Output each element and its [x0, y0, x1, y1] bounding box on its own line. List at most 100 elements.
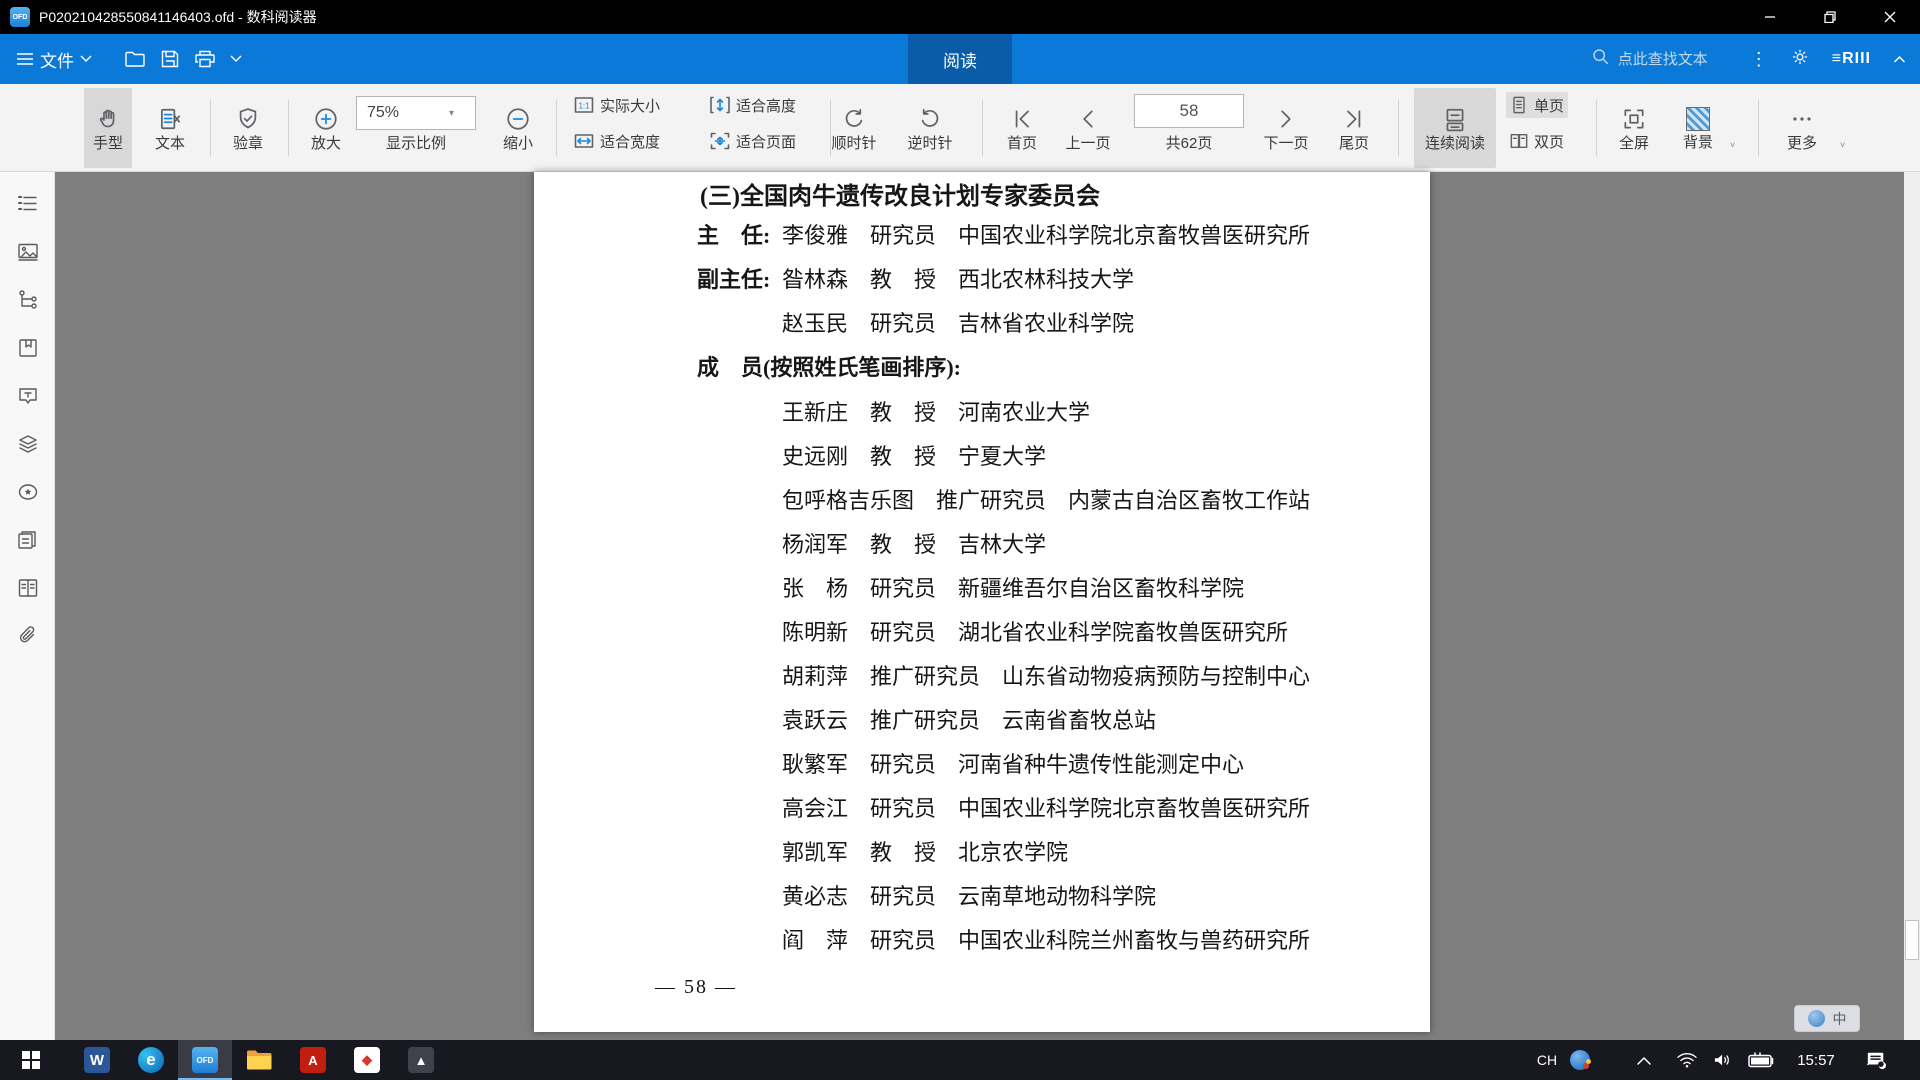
restore-button[interactable] [1800, 0, 1860, 34]
fit-height-button[interactable]: 适合高度 [706, 92, 800, 118]
fit-width-button[interactable]: 适合宽度 [570, 128, 664, 154]
bookmark-icon[interactable] [14, 334, 42, 362]
tray-chevron-up-icon[interactable] [1630, 1040, 1658, 1080]
first-page-icon [1009, 106, 1035, 132]
toolbar: 手型 文本 验章 放大 ▾ 显示比例 缩小 1:1 实际大小 [0, 84, 1920, 172]
last-page-icon [1341, 106, 1367, 132]
ime-floating-bar[interactable]: 中 [1794, 1005, 1860, 1032]
double-page-icon [1510, 132, 1528, 150]
start-button[interactable] [0, 1040, 62, 1080]
scrollbar-thumb[interactable] [1905, 920, 1919, 960]
annotation-icon[interactable] [14, 382, 42, 410]
prev-page-button[interactable]: 上一页 [1058, 88, 1118, 168]
member-row: 耿繁军研究员河南省种牛遗传性能测定中心 [534, 747, 1430, 777]
member-row: 史远刚教 授宁夏大学 [534, 439, 1430, 469]
hand-tool-button[interactable]: 手型 [84, 88, 132, 168]
minimize-button[interactable] [1740, 0, 1800, 34]
taskbar-app-button[interactable]: ▲ [394, 1040, 448, 1080]
member-row: 黄必志研究员云南草地动物科学院 [534, 879, 1430, 909]
member-row: 胡莉萍推广研究员山东省动物疫病预防与控制中心 [534, 659, 1430, 689]
page-number-box[interactable] [1134, 94, 1244, 128]
attachment-icon[interactable] [14, 622, 42, 650]
taskbar-explorer-button[interactable] [232, 1040, 286, 1080]
zoom-out-button[interactable]: 缩小 [494, 88, 542, 168]
structure-tree-icon[interactable] [14, 286, 42, 314]
next-page-button[interactable]: 下一页 [1256, 88, 1316, 168]
plus-circle-icon [313, 106, 339, 132]
taskbar-pdf-button[interactable]: A [286, 1040, 340, 1080]
toolbar-collapse-icon[interactable] [230, 55, 242, 63]
background-button[interactable]: 背景 [1672, 88, 1724, 168]
close-button[interactable] [1860, 0, 1920, 34]
search-box[interactable] [1591, 47, 1728, 71]
doc-heading: (三)全国肉牛遗传改良计划专家委员会 [700, 176, 1100, 211]
taskbar-ofd-button[interactable]: OFD [178, 1040, 232, 1080]
kebab-menu-icon[interactable]: ⋮ [1750, 50, 1768, 68]
member-row: 阎 萍研究员中国农业科院兰州畜牧与兽药研究所 [534, 923, 1430, 953]
open-file-button[interactable] [124, 49, 146, 69]
vertical-scrollbar[interactable] [1904, 172, 1920, 1040]
continuous-read-button[interactable]: 连续阅读 [1414, 88, 1496, 168]
continuous-pages-icon [1442, 106, 1468, 132]
actual-size-button[interactable]: 1:1 实际大小 [570, 92, 664, 118]
more-button[interactable]: 更多 [1772, 88, 1832, 168]
taskbar-app-button[interactable]: ◆ [340, 1040, 394, 1080]
search-icon [1591, 47, 1610, 71]
ime-mode-icon[interactable]: 中 [1833, 1009, 1847, 1029]
layers-icon[interactable] [14, 430, 42, 458]
taskbar-edge-button[interactable]: e [124, 1040, 178, 1080]
volume-icon[interactable] [1708, 1040, 1738, 1080]
notification-center-icon[interactable] [1858, 1040, 1894, 1080]
language-indicator[interactable]: CH [1532, 1040, 1562, 1080]
collapse-ribbon-icon[interactable] [1893, 50, 1906, 68]
seal-signature-icon[interactable] [14, 478, 42, 506]
background-dropdown-icon[interactable]: ˅ [1730, 140, 1735, 150]
single-page-button[interactable]: 单页 [1506, 92, 1568, 118]
ofd-app-icon: OFD [10, 7, 30, 27]
settings-gear-icon[interactable] [1790, 47, 1810, 72]
minus-circle-icon [505, 106, 531, 132]
text-select-button[interactable]: 文本 [146, 88, 194, 168]
file-menu[interactable]: 文件 [16, 47, 92, 72]
search-input[interactable] [1618, 51, 1728, 68]
left-panel-rail [0, 172, 55, 1040]
first-page-button[interactable]: 首页 [998, 88, 1046, 168]
fit-page-button[interactable]: 适合页面 [706, 128, 800, 154]
clock[interactable]: 15:57 [1784, 1040, 1848, 1080]
red-app-icon: ◆ [354, 1047, 380, 1073]
windows-logo-icon [22, 1051, 40, 1069]
snapshots-icon[interactable] [14, 526, 42, 554]
doc-leader-row: 主 任: 李俊雅研究员中国农业科学院北京畜牧兽医研究所 [534, 218, 1430, 248]
members-section-label: 成 员(按照姓氏笔画排序): [697, 350, 961, 382]
ratio-dropdown-icon[interactable]: ▾ [449, 108, 454, 119]
thumbnails-icon[interactable] [14, 238, 42, 266]
outline-toc-icon[interactable] [14, 190, 42, 218]
brand-logo: ≡RIII [1832, 50, 1871, 68]
battery-icon[interactable] [1744, 1040, 1780, 1080]
chevron-left-icon [1075, 106, 1101, 132]
rotate-cw-button[interactable]: 顺时针 [824, 88, 884, 168]
rotate-ccw-button[interactable]: 逆时针 [900, 88, 960, 168]
ime-globe-icon[interactable] [1808, 1010, 1825, 1027]
tab-read[interactable]: 阅读 [908, 34, 1012, 84]
more-dropdown-icon[interactable]: ˅ [1840, 140, 1845, 150]
taskbar-word-button[interactable]: W [70, 1040, 124, 1080]
zoom-ratio-box[interactable]: ▾ [356, 96, 476, 130]
doc-leader-row: 赵玉民研究员吉林省农业科学院 [534, 306, 1430, 336]
zoom-ratio-input[interactable] [357, 104, 443, 122]
last-page-button[interactable]: 尾页 [1330, 88, 1378, 168]
zoom-in-button[interactable]: 放大 [302, 88, 350, 168]
document-page[interactable]: (三)全国肉牛遗传改良计划专家委员会 主 任: 李俊雅研究员中国农业科学院北京畜… [534, 172, 1430, 1032]
double-page-button[interactable]: 双页 [1506, 128, 1568, 154]
wifi-icon[interactable] [1672, 1040, 1702, 1080]
chevron-right-icon [1273, 106, 1299, 132]
save-button[interactable] [160, 49, 180, 69]
fullscreen-button[interactable]: 全屏 [1608, 88, 1660, 168]
word-icon: W [84, 1047, 110, 1073]
page-number-input[interactable] [1135, 95, 1243, 127]
notes-icon[interactable] [14, 574, 42, 602]
ime-ball-icon[interactable] [1566, 1040, 1594, 1080]
verify-seal-button[interactable]: 验章 [224, 88, 272, 168]
hand-icon [95, 106, 121, 132]
print-button[interactable] [194, 49, 216, 69]
